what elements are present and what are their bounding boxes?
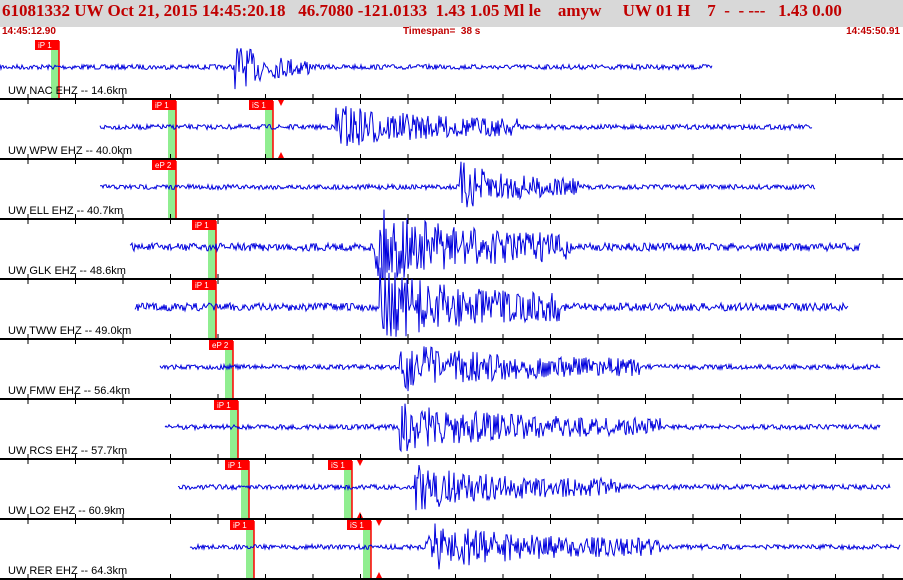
- waveform-trace: [189, 523, 901, 570]
- waveform-trace: [134, 267, 849, 337]
- pick-marker-top: [357, 460, 363, 466]
- channel-label: UW RCS EHZ -- 57.7km: [8, 445, 127, 457]
- pick-label: iP 1: [228, 461, 242, 470]
- pick-label: iS 1: [331, 461, 345, 470]
- pick-marker-top: [278, 100, 284, 106]
- channel-label: UW GLK EHZ -- 48.6km: [8, 265, 126, 277]
- waveform-trace: [177, 465, 891, 511]
- pick-label: iS 1: [252, 101, 266, 110]
- pick-marker-bottom: [278, 152, 284, 158]
- pick-label: iS 1: [350, 521, 364, 530]
- waveform-trace: [164, 403, 881, 453]
- pick-label: iP 1: [38, 41, 52, 50]
- waveform-trace: [100, 161, 816, 208]
- pick-label: iP 1: [233, 521, 247, 530]
- channel-label: UW ELL EHZ -- 40.7km: [8, 205, 123, 217]
- channel-label: UW TWW EHZ -- 49.0km: [8, 325, 131, 337]
- waveform-trace: [0, 48, 713, 90]
- channel-label: UW WPW EHZ -- 40.0km: [8, 145, 132, 157]
- channel-label: UW LO2 EHZ -- 60.9km: [8, 505, 125, 517]
- pick-label: iP 1: [195, 281, 209, 290]
- pick-label: eP 2: [155, 161, 172, 170]
- channel-label: UW RER EHZ -- 64.3km: [8, 565, 127, 577]
- pick-label: iP 1: [195, 221, 209, 230]
- pick-marker-bottom: [376, 572, 382, 578]
- waveform-trace: [99, 106, 813, 147]
- waveform-trace: [159, 346, 881, 392]
- seismogram-panel[interactable]: iP 1 UW NAC EHZ -- 14.6km iP 1 iS 1 UW WPW E…: [0, 0, 903, 580]
- channel-label: UW FMW EHZ -- 56.4km: [8, 385, 130, 397]
- pick-marker-top: [376, 520, 382, 526]
- channel-label: UW NAC EHZ -- 14.6km: [8, 85, 127, 97]
- pick-label: iP 1: [155, 101, 169, 110]
- pick-label: iP 1: [217, 401, 231, 410]
- pick-label: eP 2: [212, 341, 229, 350]
